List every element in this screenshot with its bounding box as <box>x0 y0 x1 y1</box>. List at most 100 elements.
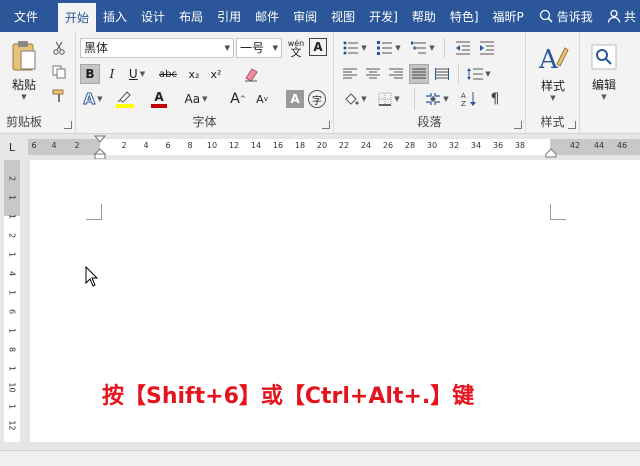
font-size-combo[interactable]: 一号 ▼ <box>236 38 282 58</box>
align-center-button[interactable] <box>363 64 383 84</box>
distributed-button[interactable] <box>432 64 452 84</box>
ruler-tick-label: 14 <box>250 141 262 150</box>
shading-button[interactable]: ▼ <box>340 88 370 110</box>
vertical-ruler-tick-label: 8 <box>7 346 17 353</box>
phonetic-guide-button[interactable]: wén 文 <box>286 37 306 59</box>
character-border-button[interactable]: A <box>309 38 327 56</box>
scissors-icon <box>53 41 65 55</box>
align-left-button[interactable] <box>340 64 360 84</box>
highlight-color-button[interactable] <box>110 88 140 110</box>
styles-dialog-launcher[interactable] <box>568 121 576 129</box>
show-formatting-marks-button[interactable]: ¶ <box>484 88 506 110</box>
first-line-indent-marker[interactable] <box>94 135 106 159</box>
lightbulb-icon <box>539 9 553 23</box>
superscript-button[interactable]: x² <box>206 64 226 84</box>
italic-button[interactable]: I <box>103 64 121 84</box>
character-border-icon: A <box>313 40 323 54</box>
svg-text:Z: Z <box>461 100 466 107</box>
document-page[interactable]: 按【Shift+6】或【Ctrl+Alt+.】键 <box>30 160 640 442</box>
ruler-left-margin <box>28 139 100 155</box>
shrink-font-icon: A <box>256 92 264 106</box>
tab-view[interactable]: 视图 <box>324 0 362 32</box>
eraser-icon <box>245 68 258 82</box>
tab-developer[interactable]: 开发] <box>362 0 405 32</box>
paste-button[interactable]: 粘贴 ▼ <box>6 38 42 102</box>
paint-bucket-icon <box>345 93 359 105</box>
editing-button[interactable]: 编辑 ▼ <box>586 38 622 106</box>
font-group: 黑体 ▼ 一号 ▼ wén 文 A B I U▼ abc x₂ x² A▼ <box>76 32 334 134</box>
tell-me-label: 告诉我 <box>556 9 593 24</box>
tab-selector-button[interactable]: L <box>4 139 20 155</box>
paragraph-group: ▼ ▼ ▼ ▼ ▼ ▼ ▼ A Z ¶ 段落 <box>334 32 526 134</box>
ruler-tick-label: 6 <box>31 141 37 150</box>
ruler-tick-label: 44 <box>593 141 605 150</box>
crop-mark-top-right <box>550 204 566 220</box>
tell-me-search[interactable]: 告诉我 <box>531 0 593 32</box>
copy-button[interactable] <box>48 62 70 82</box>
clear-formatting-button[interactable] <box>240 64 262 84</box>
grow-font-button[interactable]: A ^ <box>228 88 248 110</box>
font-color-button[interactable]: A <box>144 88 174 110</box>
vertical-ruler-tick-label: 4 <box>7 270 17 277</box>
styles-gallery-button[interactable]: A 样式 ▼ <box>530 38 576 106</box>
tab-design[interactable]: 设计 <box>134 0 172 32</box>
tab-insert[interactable]: 插入 <box>96 0 134 32</box>
share-button[interactable]: 共 <box>607 0 640 32</box>
tab-features[interactable]: 特色] <box>443 0 486 32</box>
paste-label: 粘贴 <box>11 77 36 92</box>
justify-button[interactable] <box>409 64 429 84</box>
multilevel-list-button[interactable]: ▼ <box>408 38 438 58</box>
increase-indent-icon <box>480 41 494 55</box>
text-effects-button[interactable]: A ▼ <box>80 88 106 110</box>
font-dialog-launcher[interactable] <box>322 121 330 129</box>
strikethrough-button[interactable]: abc <box>154 64 182 84</box>
font-name-value: 黑体 <box>84 41 109 55</box>
tab-file[interactable]: 文件 <box>0 0 58 32</box>
align-right-button[interactable] <box>386 64 406 84</box>
sort-button[interactable]: AZ <box>458 88 480 110</box>
ruler-tick-label: 4 <box>143 141 149 150</box>
asian-layout-button[interactable]: ▼ <box>422 88 452 110</box>
clipboard-dialog-launcher[interactable] <box>64 121 72 129</box>
cut-button[interactable] <box>48 38 70 58</box>
left-tab-icon: L <box>8 140 16 154</box>
vertical-ruler-tick-label: 1 <box>7 327 17 334</box>
decrease-indent-button[interactable] <box>452 38 474 58</box>
enclose-characters-button[interactable]: 字 <box>308 90 326 108</box>
borders-button[interactable]: ▼ <box>374 88 404 110</box>
tab-help[interactable]: 帮助 <box>405 0 443 32</box>
underline-button[interactable]: U ▼ <box>123 64 151 84</box>
shrink-font-button[interactable]: Av <box>252 88 272 110</box>
tab-references[interactable]: 引用 <box>210 0 248 32</box>
change-case-button[interactable]: Aa ▼ <box>180 88 212 110</box>
subscript-button[interactable]: x₂ <box>184 64 204 84</box>
font-name-combo[interactable]: 黑体 ▼ <box>80 38 234 58</box>
distributed-icon <box>435 68 449 80</box>
character-shading-button[interactable]: A <box>286 90 304 108</box>
vertical-ruler-tick-label: 1 <box>7 251 17 258</box>
right-indent-marker[interactable] <box>545 148 557 158</box>
vertical-ruler[interactable]: 2 1 1 2 1 4 1 6 1 8 1 10 1 12 <box>4 160 20 442</box>
mouse-pointer-icon <box>85 266 99 287</box>
numbering-button[interactable]: ▼ <box>374 38 404 58</box>
tab-mailings[interactable]: 邮件 <box>248 0 286 32</box>
ruler-tick-label: 26 <box>382 141 394 150</box>
tab-layout[interactable]: 布局 <box>172 0 210 32</box>
tab-foxit-pdf[interactable]: 福昕P <box>486 0 531 32</box>
tab-review[interactable]: 审阅 <box>286 0 324 32</box>
increase-indent-button[interactable] <box>476 38 498 58</box>
vertical-ruler-tick-label: 1 <box>7 403 17 410</box>
ruler-tick-label: 6 <box>165 141 171 150</box>
bullets-button[interactable]: ▼ <box>340 38 370 58</box>
paragraph-dialog-launcher[interactable] <box>514 121 522 129</box>
format-painter-button[interactable] <box>48 86 70 106</box>
tab-home[interactable]: 开始 <box>58 3 97 32</box>
line-spacing-button[interactable]: ▼ <box>464 64 494 84</box>
editing-button-label: 编辑 <box>591 77 616 92</box>
status-bar <box>0 450 640 466</box>
change-case-icon: Aa <box>184 92 201 106</box>
horizontal-ruler[interactable]: 6 4 2 2 4 6 8 10 12 14 16 18 20 22 24 26 28 30 32 34 36 38 42 4… <box>28 135 640 159</box>
bold-button[interactable]: B <box>80 64 100 84</box>
justify-icon <box>412 68 426 79</box>
ruler-tick-label: 24 <box>360 141 372 150</box>
